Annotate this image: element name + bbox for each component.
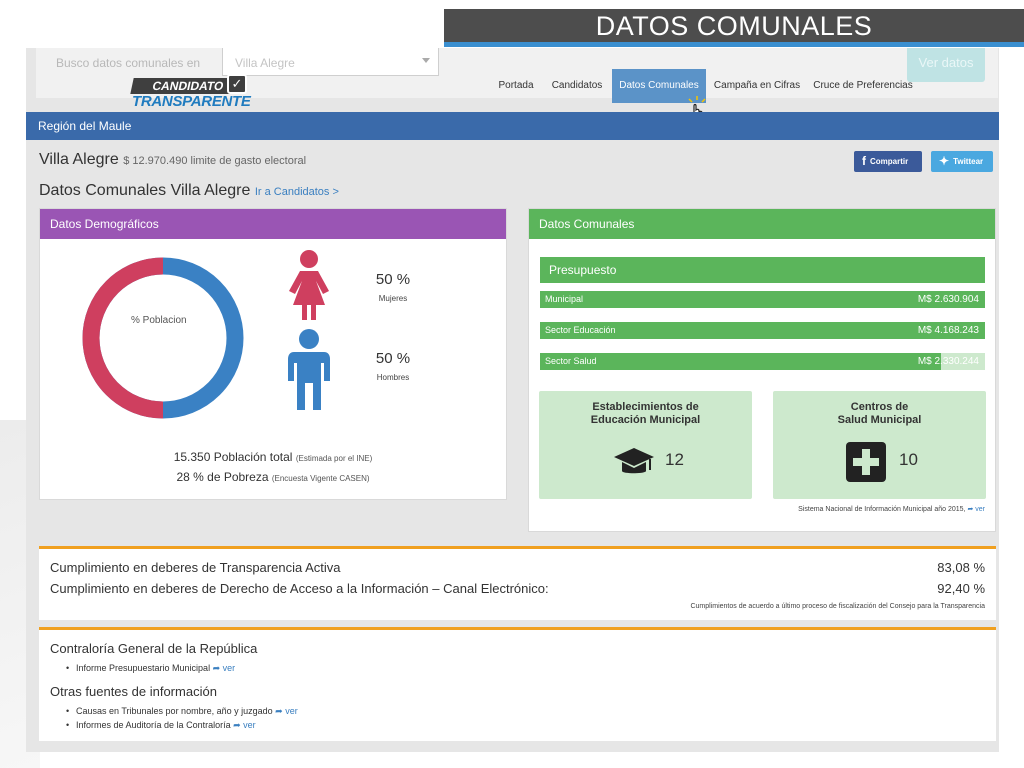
candidato-transparente-logo[interactable]: CANDIDATO ✓ TRANSPARENTE	[130, 74, 268, 112]
budget-value: M$ 4.168.243	[917, 325, 979, 336]
search-label: Busco datos comunales en	[56, 56, 201, 70]
man-icon	[288, 329, 330, 410]
commune-heading: Villa Alegre $ 12.970.490 limite de gast…	[39, 151, 306, 169]
chevron-down-icon	[422, 58, 430, 63]
budget-value: M$ 2.630.904	[917, 294, 979, 305]
arrow-right-icon: ➦	[275, 706, 283, 716]
women-percentage: 50 %	[375, 271, 411, 288]
app-window: Busco datos comunales en Villa Alegre Ve…	[26, 48, 999, 752]
contraloria-item-label: Informe Presupuestario Municipal	[76, 663, 211, 673]
transparency-panel: Cumplimiento en deberes de Transparencia…	[39, 546, 996, 620]
health-tile-title: Centros de Salud Municipal	[773, 401, 986, 427]
source-text: Sistema Nacional de Información Municipa…	[798, 506, 966, 513]
arrow-right-icon: ➦	[967, 506, 974, 513]
region-bar: Región del Maule	[26, 112, 999, 140]
contraloria-item: Informe Presupuestario Municipal ➦ ver	[66, 663, 236, 674]
men-label: Hombres	[376, 373, 410, 382]
other-source-link-label: ver	[285, 706, 298, 716]
access-row-label: Cumplimiento en deberes de Derecho de Ac…	[50, 581, 549, 596]
budget-bar-fill	[540, 353, 941, 370]
budget-label: Sector Salud	[545, 356, 597, 366]
slide-title: DATOS COMUNALES	[444, 9, 1024, 47]
commune-select[interactable]: Villa Alegre	[222, 48, 439, 76]
communal-data-title: Datos Comunales Villa Alegre	[39, 182, 251, 199]
budget-header: Presupuesto	[540, 257, 985, 283]
communal-data-heading: Datos Comunales Villa Alegre Ir a Candid…	[39, 182, 339, 200]
communal-data-card: Datos Comunales Presupuesto Municipal M$…	[528, 208, 996, 532]
twitter-icon: ✦	[939, 154, 950, 168]
ver-datos-button[interactable]: Ver datos	[907, 48, 985, 82]
communal-data-header: Datos Comunales	[529, 209, 995, 239]
other-source-item: Causas en Tribunales por nombre, año y j…	[66, 706, 298, 717]
transparency-row-label: Cumplimiento en deberes de Transparencia…	[50, 560, 341, 575]
contraloria-item-link-label: ver	[222, 663, 236, 673]
budget-row: Sector Educación M$ 4.168.243	[540, 322, 985, 339]
donut-label: % Poblacion	[131, 315, 187, 326]
women-label: Mujeres	[378, 294, 408, 303]
commune-select-value: Villa Alegre	[235, 56, 295, 70]
woman-icon	[289, 250, 329, 320]
population-value: 15.350 Población total	[173, 450, 293, 464]
other-source-link[interactable]: ➦ ver	[275, 706, 298, 716]
source-note: Sistema Nacional de Información Municipa…	[798, 505, 985, 513]
education-count: 12	[665, 450, 684, 469]
population-donut-chart	[82, 257, 244, 419]
transparency-note: Cumplimientos de acuerdo a último proces…	[690, 603, 985, 610]
nav-cruce-de-preferencias[interactable]: Cruce de Preferencias	[810, 69, 916, 103]
demographics-card: Datos Demográficos % Poblacion 50 % Muje…	[39, 208, 507, 500]
education-tile-title-line2: Educación Municipal	[590, 414, 701, 426]
source-link[interactable]: ➦ ver	[967, 506, 985, 513]
access-row-value: 92,40 %	[937, 581, 985, 596]
budget-row: Municipal M$ 2.630.904	[540, 291, 985, 308]
population-total: 15.350 Población total (Estimada por el …	[40, 450, 506, 464]
facebook-share-label: Compartir	[870, 157, 909, 166]
checkmark-icon: ✓	[227, 74, 247, 94]
poverty-value: 28 % de Pobreza	[176, 470, 269, 484]
other-source-item: Informes de Auditoría de la Contraloría …	[66, 720, 256, 731]
arrow-right-icon: ➦	[212, 663, 221, 673]
health-tile-title-line1: Centros de	[850, 401, 909, 413]
nav-portada[interactable]: Portada	[490, 69, 542, 103]
twitter-share-button[interactable]: ✦ Twittear	[931, 151, 993, 172]
source-link-label: ver	[975, 506, 985, 513]
demographics-header: Datos Demográficos	[40, 209, 506, 239]
education-tile-title-line1: Establecimientos de	[592, 401, 699, 413]
spending-limit: $ 12.970.490 limite de gasto electoral	[123, 155, 307, 167]
transparency-row-value: 83,08 %	[937, 560, 985, 575]
education-tile: Establecimientos de Educación Municipal …	[539, 391, 752, 499]
budget-label: Municipal	[545, 294, 584, 304]
budget-row: Sector Salud M$ 2.330.244	[540, 353, 985, 370]
other-source-link[interactable]: ➦ ver	[233, 720, 256, 730]
facebook-share-button[interactable]: f Compartir	[854, 151, 922, 172]
other-source-label: Informes de Auditoría de la Contraloría	[76, 720, 231, 730]
logo-line2: TRANSPARENTE	[132, 93, 251, 110]
poverty-note: (Encuesta Vigente CASEN)	[271, 474, 370, 483]
other-sources-title: Otras fuentes de información	[50, 684, 217, 699]
budget-value: M$ 2.330.244	[917, 356, 979, 367]
poverty-rate: 28 % de Pobreza (Encuesta Vigente CASEN)	[40, 470, 506, 484]
medical-cross-icon	[846, 442, 886, 482]
contraloria-title: Contraloría General de la República	[50, 641, 258, 656]
education-tile-title: Establecimientos de Educación Municipal	[539, 401, 752, 427]
twitter-share-label: Twittear	[953, 157, 984, 166]
population-note: (Estimada por el INE)	[295, 454, 373, 463]
arrow-right-icon: ➦	[233, 720, 241, 730]
donut-segment-women	[82, 257, 164, 419]
contraloria-item-link[interactable]: ➦ ver	[213, 663, 236, 673]
health-tile-title-line2: Salud Municipal	[837, 414, 922, 426]
other-source-link-label: ver	[243, 720, 256, 730]
graduation-cap-icon	[614, 448, 654, 474]
health-count: 10	[899, 450, 918, 469]
nav-campana-en-cifras[interactable]: Campaña en Cifras	[710, 69, 804, 103]
commune-name: Villa Alegre	[39, 151, 119, 168]
budget-label: Sector Educación	[545, 325, 616, 335]
candidates-link[interactable]: Ir a Candidatos >	[255, 186, 339, 198]
nav-candidatos[interactable]: Candidatos	[546, 69, 608, 103]
other-source-label: Causas en Tribunales por nombre, año y j…	[76, 706, 273, 716]
men-percentage: 50 %	[375, 350, 411, 367]
facebook-icon: f	[862, 154, 866, 168]
health-tile: Centros de Salud Municipal 10	[773, 391, 986, 499]
sources-panel: Contraloría General de la República Info…	[39, 627, 996, 741]
